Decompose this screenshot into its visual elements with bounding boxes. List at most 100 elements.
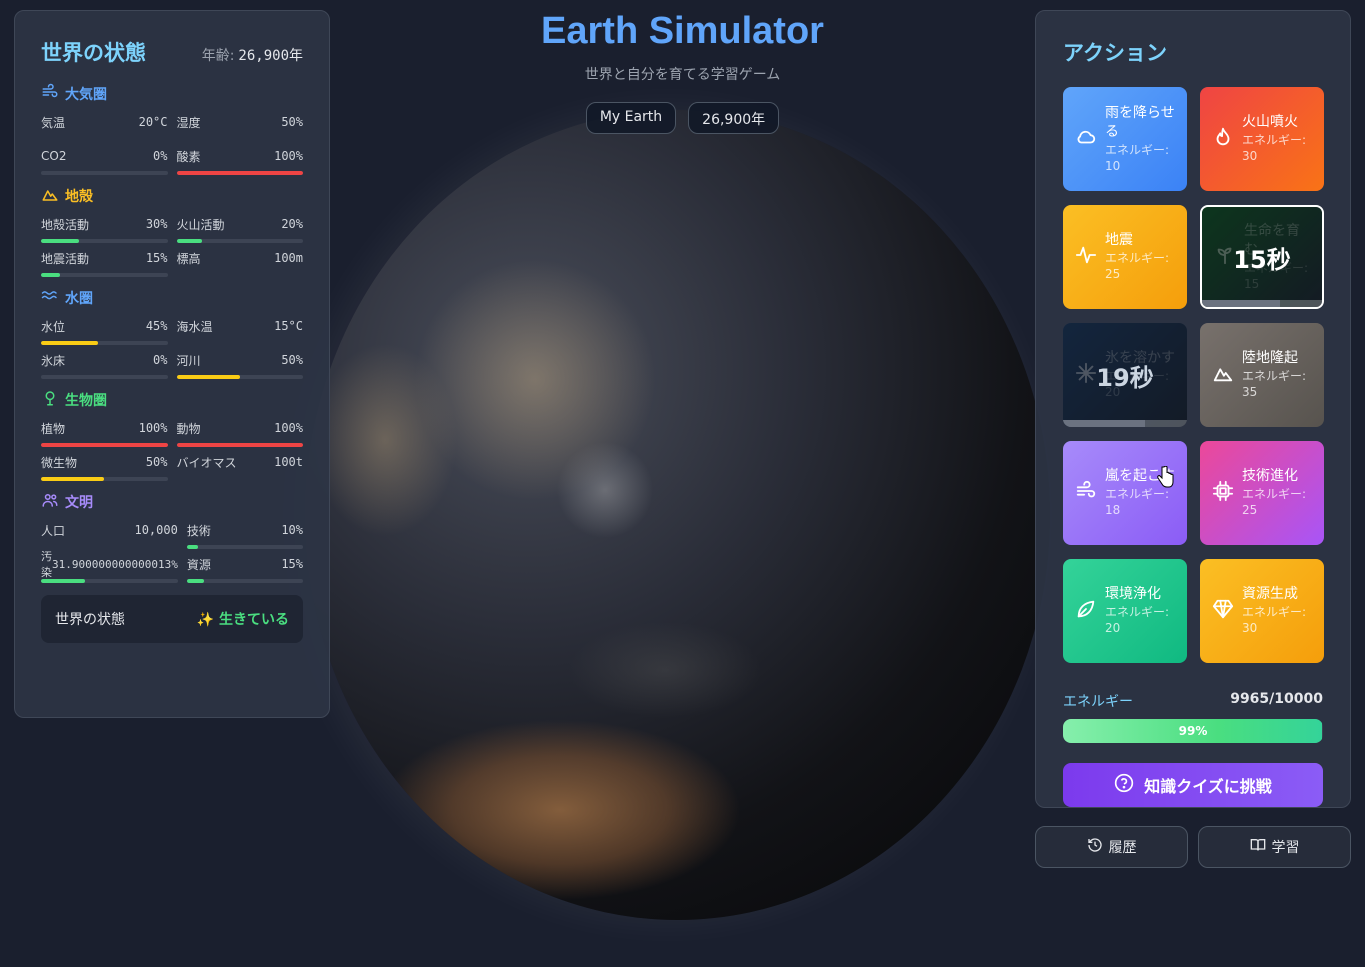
section-header: 文明 [41, 491, 303, 513]
section-header: 大気圏 [41, 83, 303, 105]
stat-value: 50% [145, 455, 168, 469]
stat-item: 汚染 31.900000000000013% [41, 550, 178, 583]
cooldown-bar-fill [1202, 300, 1280, 307]
stat-value: 50% [281, 353, 303, 367]
stat-value: 15% [281, 557, 303, 571]
stat-bar [176, 443, 303, 447]
action-button[interactable]: 資源生成エネルギー: 30 [1200, 559, 1324, 663]
stat-label: 地震活動 [41, 251, 90, 266]
stat-label: 動物 [176, 421, 201, 436]
stat-bar [41, 375, 168, 379]
stat-item: 標高 100m [177, 249, 304, 277]
action-button[interactable]: 環境浄化 エネルギー: 20 [1063, 559, 1187, 663]
action-cost: エネルギー: 30 [1242, 605, 1307, 636]
stat-value: 0% [153, 149, 168, 163]
action-cost: エネルギー: 10 [1105, 142, 1170, 173]
action-cost: エネルギー: 20 [1105, 605, 1170, 636]
earth-globe[interactable] [305, 110, 1050, 920]
stat-grid: 人口 10,000 技術 10% 汚染 31.900000000000013% 資源 15% [41, 521, 303, 583]
history-icon [1087, 837, 1103, 857]
actions-title: アクション [1063, 41, 1167, 65]
action-name: 資源生成 [1242, 586, 1298, 603]
stat-label: 火山活動 [176, 217, 225, 232]
stat-label: 水位 [41, 319, 66, 334]
stat-bar [176, 171, 303, 175]
action-cost: エネルギー: 25 [1242, 487, 1307, 518]
chip-icon [1212, 480, 1234, 506]
stat-bar [41, 579, 178, 583]
action-button[interactable]: 氷を溶かす エネルギー: 20 19秒 [1063, 323, 1187, 427]
stat-grid: 植物 100% 動物 100% 微生物 50% バイオマス 100t [41, 419, 303, 481]
stat-value: 20°C [138, 115, 168, 129]
stat-item: 河川 50% [176, 351, 303, 379]
quiz-label: 知識クイズに挑戦 [1144, 777, 1272, 796]
stat-bar-fill [41, 341, 98, 345]
stat-value: 10% [281, 523, 303, 537]
section-2: 水圏 水位 45% 海水温 15°C 氷床 0% 河川 50% [41, 287, 303, 379]
history-button[interactable]: 履歴 [1035, 826, 1188, 868]
stat-label: 気温 [41, 115, 66, 130]
stat-item: CO2 0% [41, 147, 168, 175]
stat-bar [41, 443, 168, 447]
action-button[interactable]: 嵐を起こす エネルギー: 18 [1063, 441, 1187, 545]
stat-bar-fill [176, 171, 303, 175]
stat-value: 15% [145, 251, 168, 265]
stat-value: 100% [274, 421, 303, 435]
action-name: 火山噴火 [1242, 114, 1298, 131]
cooldown-timer: 19秒 [1063, 323, 1187, 427]
stat-item: 水位 45% [41, 317, 168, 345]
stat-label: 人口 [41, 523, 66, 538]
stat-item: バイオマス 100t [177, 453, 304, 481]
stat-label: 湿度 [176, 115, 201, 130]
stat-bar [41, 477, 168, 481]
action-cost: エネルギー: 25 [1105, 251, 1170, 282]
stat-item: 人口 10,000 [41, 521, 178, 549]
stat-label: 汚染 [41, 550, 52, 579]
section-title: 文明 [65, 495, 93, 511]
pulse-icon [1075, 244, 1097, 270]
leaf-icon [1075, 598, 1097, 624]
action-button[interactable]: 雨を降らせる エネルギー: 10 [1063, 87, 1187, 191]
stat-value: 100m [274, 251, 303, 265]
world-panel-title: 世界の状態 [41, 41, 146, 65]
section-title: 大気圏 [65, 87, 107, 103]
section-title: 生物圏 [65, 393, 107, 409]
stat-item: 氷床 0% [41, 351, 168, 379]
stat-value: 31.900000000000013% [52, 557, 178, 571]
stat-label: 海水温 [176, 319, 213, 334]
action-button[interactable]: 地震 エネルギー: 25 [1063, 205, 1187, 309]
world-status-value: ✨ 生きている [196, 612, 289, 628]
cooldown-bar [1063, 420, 1187, 427]
action-button[interactable]: 火山噴火 エネルギー: 30 [1200, 87, 1324, 191]
learn-label: 学習 [1271, 840, 1300, 856]
stat-item: 資源 15% [186, 555, 303, 583]
energy-percent: 99% [1178, 724, 1208, 738]
mountain-icon [41, 185, 59, 207]
stat-item: 気温 20°C [41, 113, 168, 141]
stat-label: 植物 [41, 421, 66, 436]
learn-button[interactable]: 学習 [1198, 826, 1351, 868]
stat-item: 動物 100% [176, 419, 303, 447]
action-button[interactable]: 技術進化 エネルギー: 25 [1200, 441, 1324, 545]
stat-bar [186, 579, 303, 583]
stat-bar [186, 545, 303, 549]
action-grid: 雨を降らせる エネルギー: 10 火山噴火 エネルギー: 30 地震 エネルギー: 25 生… [1063, 87, 1324, 663]
stat-item: 火山活動 20% [176, 215, 303, 243]
energy-row: エネルギー 9965/10000 [1063, 691, 1323, 711]
action-button[interactable]: 陸地隆起 エネルギー: 35 [1200, 323, 1324, 427]
stat-bar [41, 341, 168, 345]
stat-grid: 水位 45% 海水温 15°C 氷床 0% 河川 50% [41, 317, 303, 379]
age-label: 年齢: [201, 48, 235, 64]
stat-label: 氷床 [41, 353, 66, 368]
quiz-button[interactable]: 知識クイズに挑戦 [1063, 763, 1323, 807]
book-icon [1250, 837, 1266, 857]
stat-value: 0% [153, 353, 168, 367]
stat-item: 海水温 15°C [177, 317, 304, 345]
stat-label: バイオマス [176, 455, 237, 470]
stat-bar [41, 171, 168, 175]
stat-label: 標高 [176, 251, 201, 266]
stat-bar [176, 239, 303, 243]
stat-bar [176, 375, 303, 379]
stat-bar-fill [186, 579, 205, 583]
action-button[interactable]: 生命を育む エネルギー: 15 15秒 [1200, 205, 1324, 309]
